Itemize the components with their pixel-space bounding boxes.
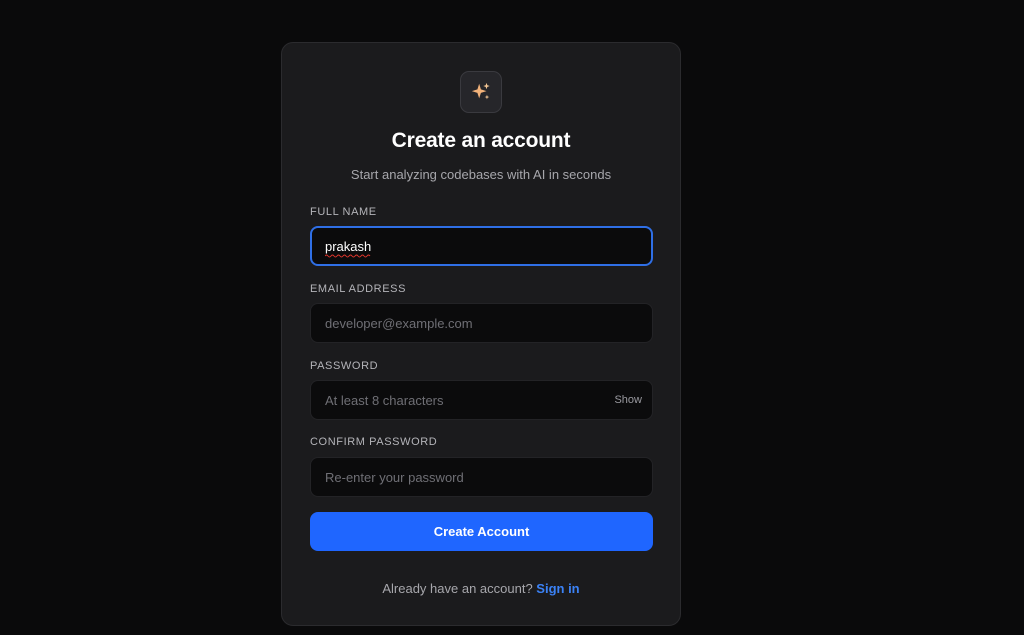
app-logo xyxy=(460,71,502,113)
sign-in-link[interactable]: Sign in xyxy=(536,581,579,596)
page-title: Create an account xyxy=(391,129,571,152)
spellcheck-underline xyxy=(325,254,371,258)
signin-prompt: Already have an account? Sign in xyxy=(282,581,680,596)
full-name-input[interactable] xyxy=(325,228,605,264)
password-field[interactable]: Show xyxy=(310,380,653,420)
page-subtitle: Start analyzing codebases with AI in sec… xyxy=(350,167,612,182)
confirm-password-input[interactable] xyxy=(325,458,605,496)
confirm-password-field[interactable] xyxy=(310,457,653,497)
create-account-button[interactable]: Create Account xyxy=(310,512,653,551)
email-label: EMAIL ADDRESS xyxy=(310,283,407,295)
signup-card: Create an account Start analyzing codeba… xyxy=(281,42,681,626)
show-password-toggle[interactable]: Show xyxy=(614,381,642,419)
signin-prompt-text: Already have an account? xyxy=(382,581,533,596)
email-field[interactable] xyxy=(310,303,653,343)
sparkles-icon xyxy=(471,82,490,100)
password-input[interactable] xyxy=(325,381,605,419)
email-input[interactable] xyxy=(325,304,605,342)
confirm-password-label: CONFIRM PASSWORD xyxy=(310,436,438,448)
password-label: PASSWORD xyxy=(310,360,379,372)
full-name-field[interactable] xyxy=(310,226,653,266)
full-name-label: FULL NAME xyxy=(310,206,377,218)
